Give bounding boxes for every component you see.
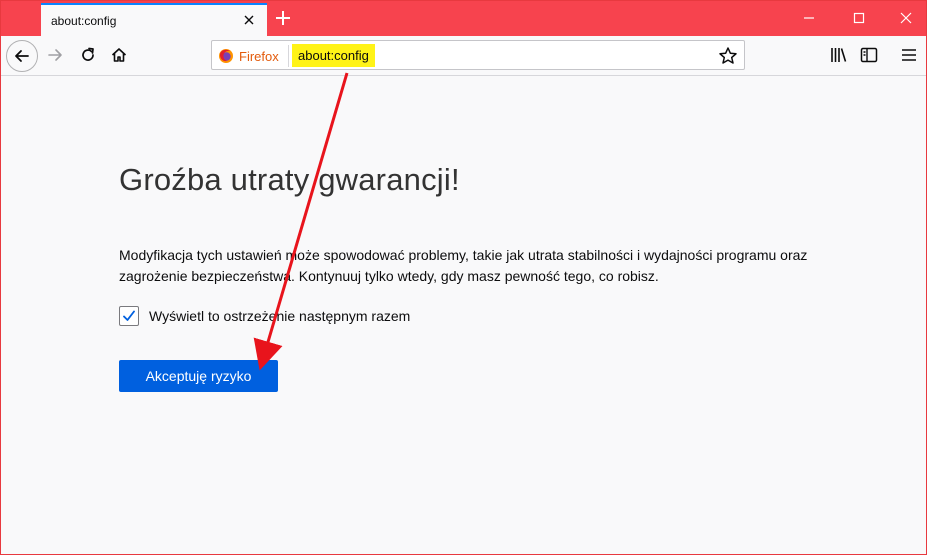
close-tab-icon[interactable] [241,12,257,28]
bookmark-star-icon[interactable] [718,46,738,66]
warning-text: Modyfikacja tych ustawień może spowodowa… [119,247,808,284]
navigation-toolbar: Firefox about:config [1,36,926,76]
hamburger-menu-icon[interactable] [899,45,919,65]
forward-arrow-icon [48,49,62,61]
identity-box[interactable]: Firefox [218,46,279,66]
page-content: Groźba utraty gwarancji! Modyfikacja tyc… [1,76,926,554]
show-warning-checkbox[interactable] [119,306,139,326]
minimize-icon[interactable] [801,10,817,26]
url-input[interactable]: about:config [292,44,375,67]
home-button[interactable] [105,41,133,69]
back-button[interactable] [6,40,38,72]
reload-icon [82,47,94,61]
forward-button[interactable] [41,41,69,69]
close-window-icon[interactable] [898,10,914,26]
url-bar[interactable]: Firefox about:config [211,40,745,70]
checkbox-label[interactable]: Wyświetl to ostrzeżenie następnym razem [149,308,410,324]
firefox-logo-icon [219,49,233,63]
home-icon [111,48,127,62]
library-icon[interactable] [829,45,849,65]
title-bar: about:config [1,1,926,36]
tab-about-config[interactable]: about:config [41,3,267,36]
identity-separator [288,45,289,67]
tab-title: about:config [51,13,117,28]
accept-risk-button[interactable]: Akceptuję ryzyko [119,360,278,392]
show-warning-option[interactable]: Wyświetl to ostrzeżenie następnym razem [119,306,410,326]
sidebar-icon[interactable] [859,45,879,65]
page-title: Groźba utraty gwarancji! [119,162,460,197]
browser-window: about:config Firefox about:config Groźba… [0,0,927,555]
checkmark-icon [123,310,135,321]
reload-button[interactable] [74,41,102,69]
new-tab-icon[interactable] [274,9,292,27]
identity-label: Firefox [239,48,279,64]
maximize-icon[interactable] [851,10,867,26]
back-arrow-icon [15,50,29,62]
